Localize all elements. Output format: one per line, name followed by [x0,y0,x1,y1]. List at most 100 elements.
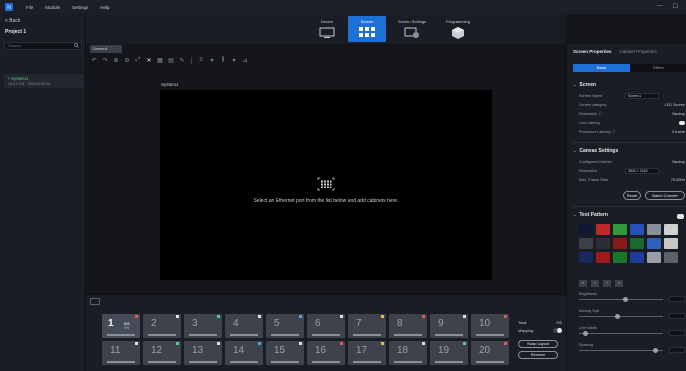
slider-handle[interactable] [652,348,658,353]
maximize-icon[interactable]: ☐ [673,3,678,10]
canvas-resolution-input[interactable]: 3840 × 2160 [625,168,659,174]
section-test-pattern-title[interactable]: Test Pattern [573,212,608,218]
mode-programming-button[interactable]: Programming [436,16,480,42]
ethernet-port-card[interactable]: 7 [348,314,386,338]
test-pattern-swatch[interactable] [630,252,644,263]
zoom-out-icon[interactable]: ⊖ [123,56,131,64]
test-pattern-swatch[interactable] [630,224,644,235]
slider-value-input[interactable] [669,296,685,302]
test-pattern-swatch[interactable] [664,252,678,263]
test-pattern-swatch[interactable] [613,224,627,235]
align-dropdown-icon[interactable]: ▾ [208,56,216,64]
mode-screen-settings-button[interactable]: Screen Settings [390,16,434,42]
ethernet-port-card[interactable]: 3 [184,314,222,338]
port-panel-icon[interactable] [90,298,100,305]
menu-settings[interactable]: Settings [72,5,88,10]
align-icon[interactable]: ≡ [197,56,205,64]
slider-value-input[interactable] [669,330,685,336]
edit-icon[interactable]: ✎ [178,56,186,64]
first-page-icon[interactable]: « [579,280,587,287]
test-pattern-swatch[interactable] [596,224,610,235]
slider-handle[interactable] [623,297,628,302]
slider-track[interactable] [579,350,663,351]
last-page-icon[interactable]: » [615,280,623,287]
ethernet-port-card[interactable]: 4 [225,314,263,338]
minimize-icon[interactable]: — [657,3,663,10]
mode-device-button[interactable]: Device [308,16,346,42]
grid-toggle-icon[interactable]: ▤ [167,56,175,64]
test-pattern-swatch[interactable] [596,238,610,249]
ethernet-port-card[interactable]: 6 [307,314,345,338]
slider-track[interactable] [579,316,663,317]
ethernet-port-card[interactable]: 19 [430,341,468,365]
reset-button[interactable]: Reset [623,191,641,200]
screen-category-value[interactable]: LED Screen [665,103,685,107]
ethernet-port-card[interactable]: 12 [143,341,181,365]
test-pattern-swatch[interactable] [613,238,627,249]
low-latency-toggle[interactable] [679,121,685,125]
slider-handle[interactable] [583,331,588,336]
slider-value-input[interactable] [669,347,685,353]
tab-screen1[interactable]: Screen1 [90,45,122,53]
slider-value-input[interactable] [669,313,685,319]
menu-file[interactable]: File [26,5,33,10]
search-input[interactable]: Search [4,42,82,50]
ethernet-port-card[interactable]: 10 [471,314,509,338]
section-canvas-title[interactable]: Canvas Settings [573,148,618,154]
test-pattern-swatch[interactable] [579,224,593,235]
distribute-dropdown-icon[interactable]: ▾ [230,56,238,64]
test-pattern-swatch[interactable] [613,252,627,263]
zoom-in-icon[interactable]: ⊕ [112,56,120,64]
fit-icon[interactable]: ⤢ [134,56,142,64]
ethernet-port-card[interactable]: 18 [389,341,427,365]
ethernet-port-card[interactable]: 17 [348,341,386,365]
test-pattern-swatch[interactable] [596,252,610,263]
ethernet-port-card[interactable]: 15 [266,341,304,365]
slider-handle[interactable] [615,314,620,319]
screen-stage[interactable]: System1 Select an Ethernet port from the… [160,82,492,280]
back-button[interactable]: < Back [5,18,20,24]
ethernet-port-card[interactable]: 14 [225,341,263,365]
ethernet-port-card[interactable]: 11 [102,341,140,365]
ethernet-port-card[interactable]: 20 [471,341,509,365]
test-pattern-swatch[interactable] [664,238,678,249]
tab-cabinet-properties[interactable]: Cabinet Properties [620,49,657,54]
chart-icon[interactable]: ⊿ [241,56,249,64]
swap-layout-button[interactable]: Swap Layout [518,340,558,348]
tab-screen-properties[interactable]: Screen Properties [573,49,612,54]
redo-icon[interactable]: ↷ [101,56,109,64]
menu-help[interactable]: Help [100,5,109,10]
undo-icon[interactable]: ↶ [90,56,98,64]
test-pattern-swatch[interactable] [647,238,661,249]
remove-button[interactable]: Remove [518,351,558,359]
distribute-icon[interactable]: ⫼ [219,56,227,64]
delete-icon[interactable]: ✕ [145,56,153,64]
test-pattern-swatch[interactable] [647,252,661,263]
ethernet-port-card[interactable]: 9 [430,314,468,338]
ethernet-port-card[interactable]: 5 [266,314,304,338]
resolution-value[interactable]: Backup [672,112,685,116]
screen-name-input[interactable]: Screen1 [625,93,659,99]
test-pattern-swatch[interactable] [630,238,644,249]
slider-track[interactable] [579,333,663,334]
test-pattern-swatch[interactable] [647,224,661,235]
ethernet-port-card[interactable]: 16 [307,341,345,365]
menu-module[interactable]: Module [45,5,60,10]
test-pattern-swatch[interactable] [579,238,593,249]
search-icon[interactable] [74,43,79,50]
mapping-toggle[interactable] [553,328,562,333]
test-pattern-swatch[interactable] [579,252,593,263]
batch-convert-button[interactable]: Batch Convert [645,191,685,200]
canvas-area[interactable]: System1 Select an Ethernet port from the… [86,66,566,294]
test-pattern-swatch[interactable] [664,224,678,235]
ethernet-port-card[interactable]: 1 6/8 0% [102,314,140,338]
test-pattern-toggle[interactable] [677,214,684,219]
system-list-item[interactable]: • System1 10.0.0.101 · 2023.00.00.10 [4,74,84,88]
slider-track[interactable] [579,299,663,300]
section-screen-title[interactable]: Screen [573,82,596,88]
ethernet-port-card[interactable]: 8 [389,314,427,338]
segment-basic[interactable]: Basic [573,64,630,72]
prev-page-icon[interactable]: ‹ [591,280,599,287]
layout-icon[interactable]: ▦ [156,56,164,64]
ethernet-port-card[interactable]: 13 [184,341,222,365]
